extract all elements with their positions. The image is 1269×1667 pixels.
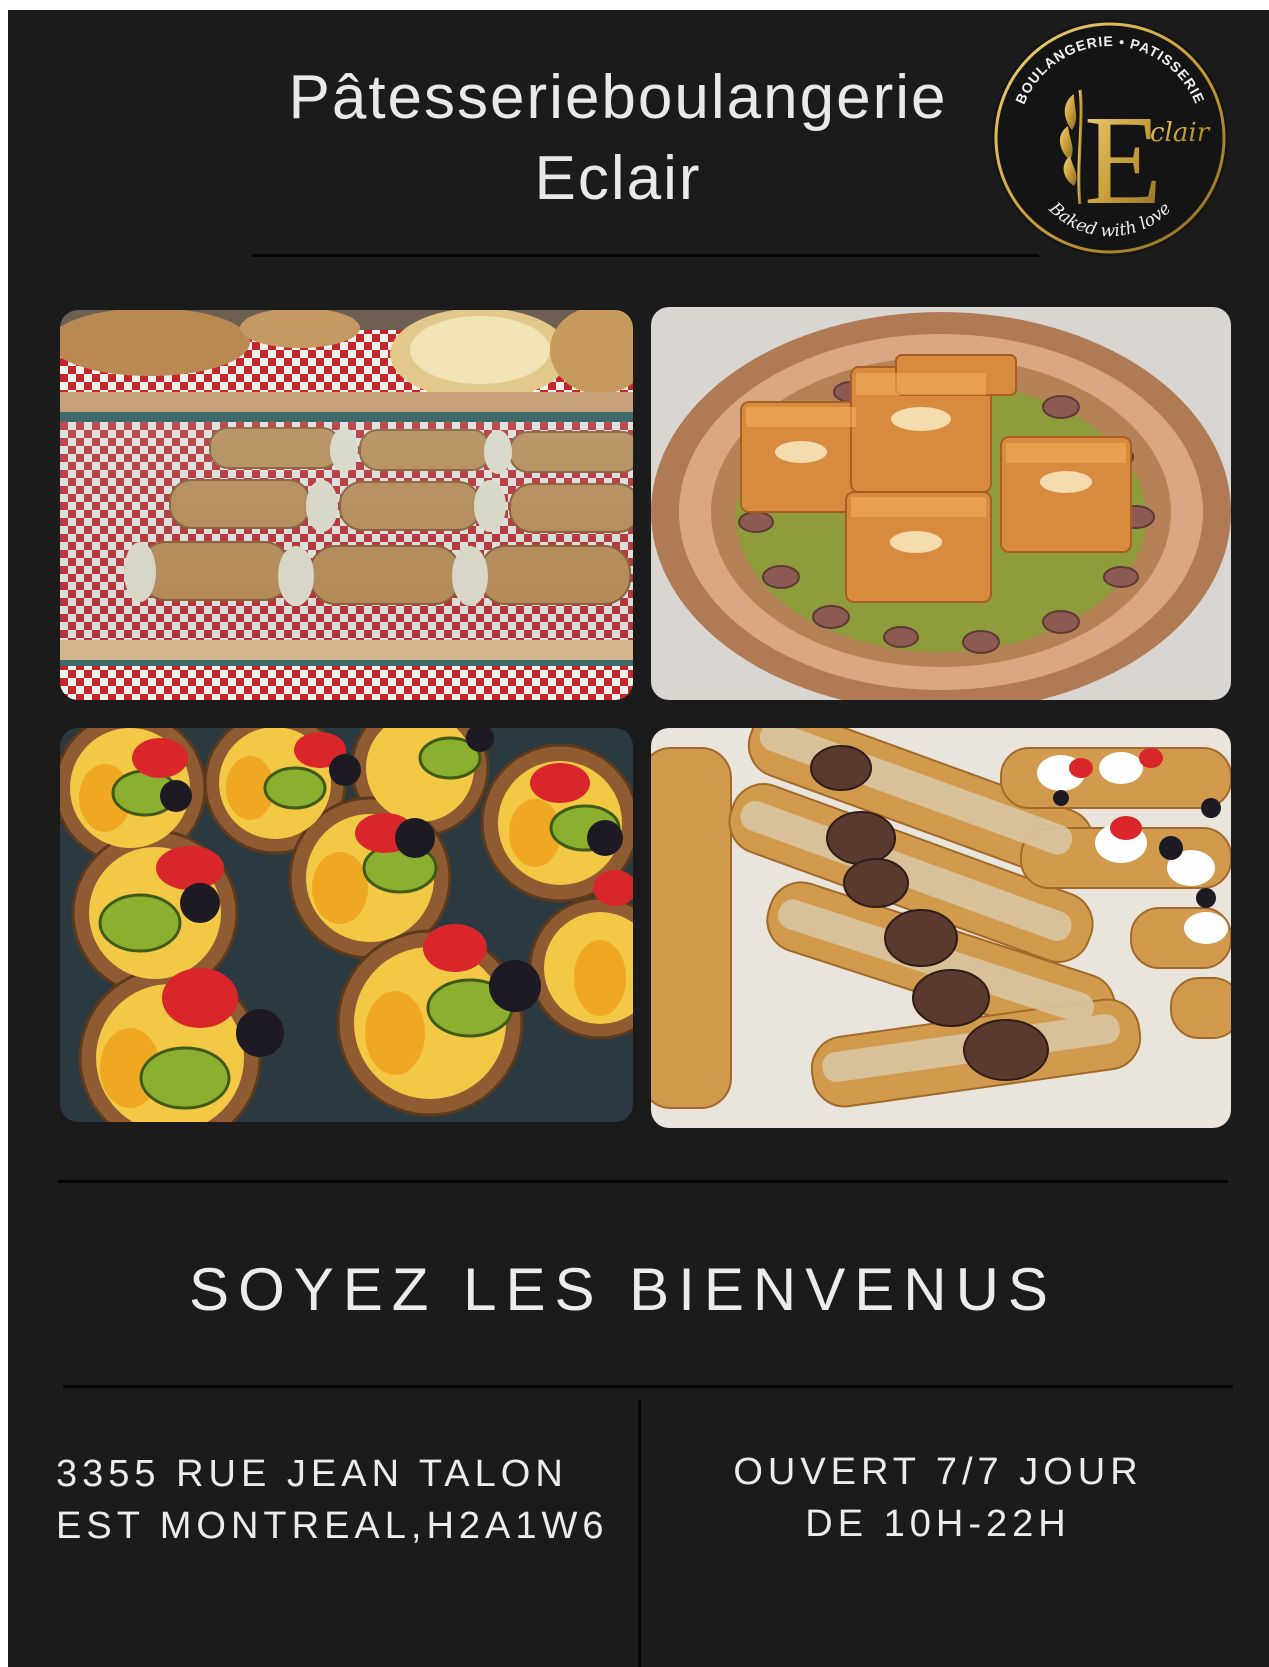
- footer-column-divider: [638, 1400, 641, 1667]
- address-block: 3355 RUE JEAN TALON EST MONTREAL,H2A1W6: [56, 1448, 609, 1552]
- header-divider: [252, 254, 1039, 257]
- logo-script: clair: [1150, 118, 1211, 148]
- address-line-2: EST MONTREAL,H2A1W6: [56, 1505, 609, 1547]
- eclairs-photo: [651, 728, 1231, 1128]
- title-line-2: Eclair: [534, 144, 702, 213]
- hours-block: OUVERT 7/7 JOUR DE 10H-22H: [648, 1446, 1228, 1550]
- photos-divider: [58, 1180, 1228, 1183]
- fruit-tarts-photo: [60, 728, 633, 1122]
- basbousa-photo: [651, 307, 1231, 700]
- flyer-page: Pâtesserieboulangerie Eclair BOULANGERIE…: [8, 10, 1269, 1667]
- bakery-display-photo: [60, 310, 633, 700]
- address-line-1: 3355 RUE JEAN TALON: [56, 1453, 568, 1495]
- hours-line-1: OUVERT 7/7 JOUR: [733, 1451, 1143, 1493]
- title-line-1: Pâtesserieboulangerie: [288, 63, 948, 132]
- bakery-logo: BOULANGERIE • PATISSERIE E clair Baked w…: [976, 18, 1244, 258]
- footer-divider: [63, 1385, 1233, 1388]
- hours-line-2: DE 10H-22H: [805, 1503, 1071, 1545]
- welcome-heading: SOYEZ LES BIENVENUS: [189, 1256, 1057, 1323]
